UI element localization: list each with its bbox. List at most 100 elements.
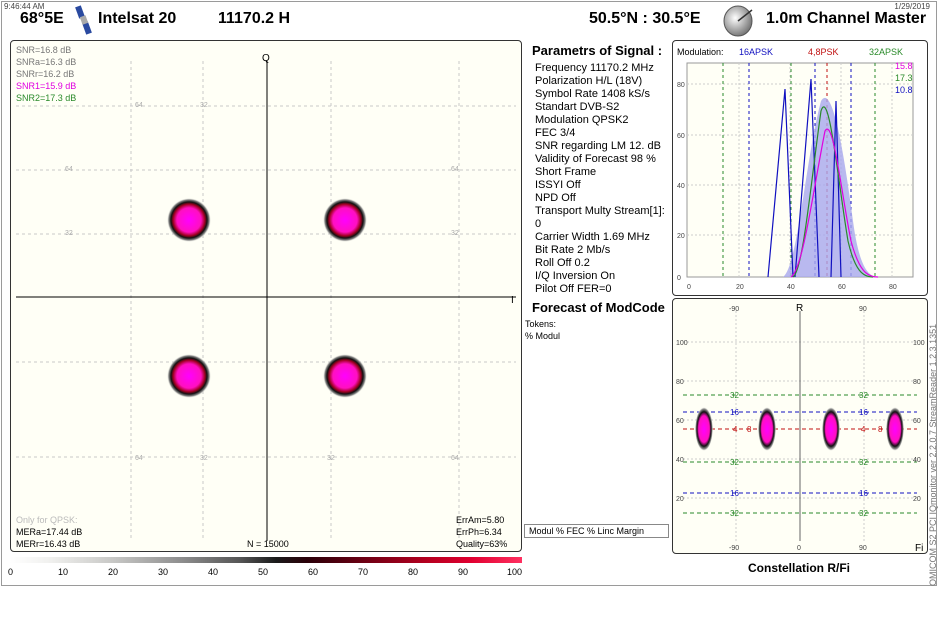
- satellite-name: Intelsat 20: [98, 10, 177, 27]
- param-line: Validity of Forecast 98 %: [535, 153, 656, 165]
- colorbar-label: 90: [458, 567, 469, 577]
- histogram-y-tick: 20: [677, 233, 685, 240]
- rfi-32-label: 32: [730, 458, 739, 467]
- rfi-y-tick: 60: [676, 418, 684, 425]
- rfi-16-label: 16: [730, 489, 739, 498]
- params-title: Parametrs of Signal :: [532, 43, 663, 58]
- rfi-bottom-tick: -90: [729, 545, 739, 552]
- rfi-y-tick: 20: [913, 496, 921, 503]
- axis-fi-label: Fi: [915, 543, 923, 553]
- histogram-x-tick: 60: [838, 284, 846, 291]
- rfi-y-tick: 60: [913, 418, 921, 425]
- sample-count: N = 15000: [247, 539, 289, 549]
- only-qpsk-label: Only for QPSK:: [16, 515, 78, 525]
- param-line: NPD Off: [535, 192, 576, 204]
- version-info: OMICOM S2 PCI IQmonitor ver 2.2.0.7 Stre…: [928, 323, 938, 586]
- histogram-y-tick: 80: [677, 82, 685, 89]
- rfi-point: [758, 407, 776, 451]
- rfi-panel: 32 32 32 32 32 32 16 16 16 16 4 8 4 8 R …: [672, 298, 928, 554]
- rfi-32-label: 32: [859, 391, 868, 400]
- grid-label-64: 64: [65, 166, 73, 173]
- grid-label-32: 32: [200, 102, 208, 109]
- rfi-32-label: 32: [859, 509, 868, 518]
- err-ph-value: ErrPh=6.34: [456, 527, 502, 537]
- histogram-modulation-label: Modulation:: [677, 47, 724, 57]
- quality-value: Quality=63%: [456, 539, 508, 549]
- axis-r-label: R: [796, 303, 803, 314]
- grid-label-64: 64: [451, 166, 459, 173]
- rfi-point: [886, 407, 904, 451]
- param-line: Standart DVB-S2: [535, 101, 620, 113]
- err-am-value: ErrAm=5.80: [456, 515, 505, 525]
- rfi-4-label: 4: [861, 425, 866, 434]
- rfi-16-label: 16: [859, 489, 868, 498]
- axis-i-label: I: [511, 295, 514, 306]
- colorbar-label: 40: [208, 567, 219, 577]
- rfi-y-tick: 80: [913, 379, 921, 386]
- grid-label-32: 32: [327, 455, 335, 462]
- constellation-panel: 64 32 64 64 32 32 64 32 32 64 Q I SNR=16…: [10, 40, 522, 552]
- satellite-icon: [75, 5, 92, 35]
- grid-label-32: 32: [65, 230, 73, 237]
- histogram-48psk-label: 4,8PSK: [808, 47, 839, 57]
- histogram-y-tick: 40: [677, 183, 685, 190]
- axis-q-label: Q: [262, 53, 270, 64]
- colorbar-label: 70: [358, 567, 369, 577]
- snr-line: SNR=16.8 dB: [16, 45, 72, 55]
- rfi-16-label: 16: [730, 408, 739, 417]
- mera-value: MERa=17.44 dB: [16, 527, 83, 537]
- rfi-top-tick: -90: [729, 306, 739, 313]
- param-line: Carrier Width 1.69 MHz: [535, 231, 650, 243]
- grid-label-64: 64: [135, 102, 143, 109]
- histogram-16apsk-label: 16APSK: [739, 47, 773, 57]
- rfi-bottom-tick: 0: [797, 545, 801, 552]
- rfi-plot: 32 32 32 32 32 32 16 16 16 16 4 8 4 8 R …: [676, 303, 925, 553]
- rfi-4-label: 4: [733, 425, 738, 434]
- constellation-point: [323, 198, 367, 242]
- rfi-32-label: 32: [730, 391, 739, 400]
- snr-line: SNRa=16.3 dB: [16, 57, 77, 67]
- rfi-y-tick: 80: [676, 379, 684, 386]
- param-line: Transport Multy Stream[1]:: [535, 205, 665, 217]
- grid-label-32: 32: [451, 230, 459, 237]
- rfi-bottom-tick: 90: [859, 545, 867, 552]
- rfi-y-tick: 100: [676, 340, 688, 347]
- snr-line: SNRr=16.2 dB: [16, 69, 75, 79]
- param-line: I/Q Inversion On: [535, 270, 616, 282]
- product-name: 1.0m Channel Master: [766, 10, 927, 27]
- param-line: 0: [535, 218, 542, 230]
- param-line: Bit Rate 2 Mb/s: [535, 244, 611, 256]
- rfi-y-tick: 100: [913, 340, 925, 347]
- colorbar-label: 20: [108, 567, 119, 577]
- rfi-8-label: 8: [747, 425, 752, 434]
- histogram-panel: Modulation: 16APSK 4,8PSK 32APSK 15.8 17…: [672, 40, 928, 296]
- snr-line: SNR1=15.9 dB: [16, 81, 77, 91]
- dish-icon: [723, 5, 753, 37]
- param-line: Frequency 11170.2 MHz: [535, 62, 654, 74]
- frequency-polarization: 11170.2 H: [218, 10, 291, 27]
- constellation-point: [167, 198, 211, 242]
- rfi-top-tick: 90: [859, 306, 867, 313]
- tokens-label: Tokens:: [525, 319, 557, 329]
- colorbar-label: 60: [308, 567, 319, 577]
- modul-percent-label: % Modul: [525, 331, 561, 341]
- rfi-y-tick: 40: [676, 457, 684, 464]
- rfi-title: Constellation R/Fi: [748, 561, 850, 575]
- satellite-position: 68°5E: [20, 10, 64, 27]
- param-line: FEC 3/4: [535, 127, 576, 139]
- rfi-point: [822, 407, 840, 451]
- histogram-snr-value: 17.3: [895, 73, 913, 83]
- colorbar-label: 80: [408, 567, 419, 577]
- location-coordinates: 50.5°N : 30.5°E: [589, 10, 701, 27]
- histogram-snr-value: 10.8: [895, 85, 913, 95]
- param-line: Polarization H/L (18V): [535, 75, 643, 87]
- param-line: Roll Off 0.2: [535, 257, 590, 269]
- colorbar-label: 100: [507, 567, 523, 577]
- grid-label-64: 64: [451, 455, 459, 462]
- rfi-32-label: 32: [730, 509, 739, 518]
- constellation-point: [323, 354, 367, 398]
- param-line: Modulation QPSK2: [535, 114, 629, 126]
- forecast-title: Forecast of ModCode: [532, 300, 665, 315]
- histogram-snr-value: 15.8: [895, 61, 913, 71]
- grid-label-64: 64: [135, 455, 143, 462]
